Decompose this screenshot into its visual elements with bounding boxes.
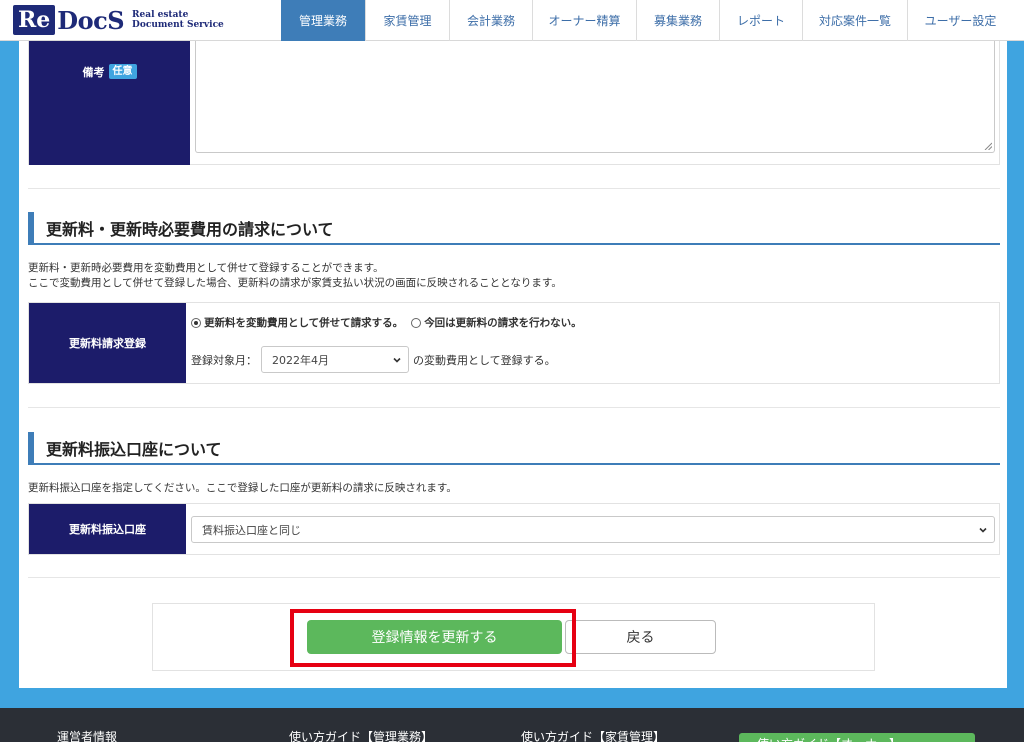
- optional-badge: 任意: [108, 64, 137, 79]
- note-textarea[interactable]: [195, 41, 995, 153]
- main-nav: 管理業務 家賃管理 会計業務 オーナー精算 募集業務 レポート 対応案件一覧 ユ…: [281, 0, 1013, 41]
- nav-case-list[interactable]: 対応案件一覧: [802, 0, 907, 41]
- chevron-down-icon: [393, 357, 401, 363]
- no-renewal-fee-label: 今回は更新料の請求を行わない。: [424, 317, 582, 329]
- renewal-fee-description: 更新料・更新時必要費用を変動費用として併せて登録することができます。 ここで変動…: [28, 261, 562, 291]
- logo-tagline-line1: Real estate: [132, 10, 189, 20]
- nav-accounting[interactable]: 会計業務: [449, 0, 532, 41]
- charge-renewal-fee-radio[interactable]: 更新料を変動費用として併せて請求する。: [191, 315, 403, 330]
- charge-renewal-fee-label: 更新料を変動費用として併せて請求する。: [204, 317, 404, 329]
- note-row: 備考 任意: [28, 41, 1000, 165]
- renewal-fee-radio-group: 更新料を変動費用として併せて請求する。 今回は更新料の請求を行わない。: [191, 315, 590, 330]
- nav-management[interactable]: 管理業務: [281, 0, 365, 41]
- target-month-select[interactable]: 2022年4月: [261, 346, 409, 373]
- renewal-fee-desc-line2: ここで変動費用として併せて登録した場合、更新料の請求が家賃支払い状況の画面に反映…: [28, 277, 562, 289]
- target-month-value: 2022年4月: [272, 353, 329, 367]
- nav-rent-management[interactable]: 家賃管理: [365, 0, 449, 41]
- chevron-down-icon: [979, 527, 987, 533]
- renewal-fee-row: 更新料請求登録 更新料を変動費用として併せて請求する。 今回は更新料の請求を行わ…: [28, 302, 1000, 384]
- renewal-account-row-label: 更新料振込口座: [29, 504, 186, 554]
- logo-mark: Re: [13, 5, 56, 35]
- section-divider: [28, 188, 1000, 189]
- renewal-account-row: 更新料振込口座 賃料振込口座と同じ: [28, 503, 1000, 555]
- nav-user-settings[interactable]: ユーザー設定: [907, 0, 1013, 41]
- renewal-fee-desc-line1: 更新料・更新時必要費用を変動費用として併せて登録することができます。: [28, 262, 384, 274]
- highlight-box: [290, 609, 576, 667]
- radio-checked-icon[interactable]: [191, 317, 201, 328]
- resize-grip-icon[interactable]: [984, 142, 992, 150]
- section-divider: [28, 577, 1000, 578]
- renewal-account-description: 更新料振込口座を指定してください。ここで登録した口座が更新料の請求に反映されます…: [28, 482, 457, 494]
- section-divider: [28, 407, 1000, 408]
- nav-reports[interactable]: レポート: [719, 0, 802, 41]
- renewal-account-section-title: 更新料振込口座について: [28, 432, 1000, 465]
- renewal-fee-section-title: 更新料・更新時必要費用の請求について: [28, 212, 1000, 245]
- footer-guide-owner-button[interactable]: 使い方ガイド【オーナー】: [739, 733, 975, 742]
- nav-recruitment[interactable]: 募集業務: [636, 0, 719, 41]
- renewal-fee-row-label: 更新料請求登録: [29, 303, 186, 383]
- footer-link-guide-management[interactable]: 使い方ガイド【管理業務】: [289, 728, 433, 742]
- target-month-label: 登録対象月：: [191, 353, 257, 367]
- logo-word: DocS: [57, 5, 125, 35]
- logo-tagline-line2: Document Service: [132, 20, 224, 30]
- renewal-account-select[interactable]: 賃料振込口座と同じ: [191, 516, 995, 543]
- footer-link-guide-rent[interactable]: 使い方ガイド【家賃管理】: [521, 728, 665, 742]
- note-label-text: 備考: [82, 66, 105, 79]
- back-button[interactable]: 戻る: [565, 620, 716, 654]
- logo-tagline: Real estate Document Service: [132, 10, 224, 30]
- footer-link-operator-info[interactable]: 運営者情報: [57, 728, 117, 742]
- renewal-account-value: 賃料振込口座と同じ: [202, 523, 301, 537]
- no-renewal-fee-radio[interactable]: 今回は更新料の請求を行わない。: [411, 315, 582, 330]
- target-month-line: 登録対象月： 2022年4月 の変動費用として登録する。: [191, 346, 556, 373]
- top-header: Re DocS Real estate Document Service 管理業…: [0, 0, 1024, 41]
- nav-owner-settlement[interactable]: オーナー精算: [532, 0, 636, 41]
- radio-unchecked-icon[interactable]: [411, 317, 422, 328]
- note-label: 備考 任意: [29, 41, 190, 165]
- target-month-suffix: の変動費用として登録する。: [413, 353, 556, 367]
- redocs-logo[interactable]: Re DocS Real estate Document Service: [13, 4, 224, 36]
